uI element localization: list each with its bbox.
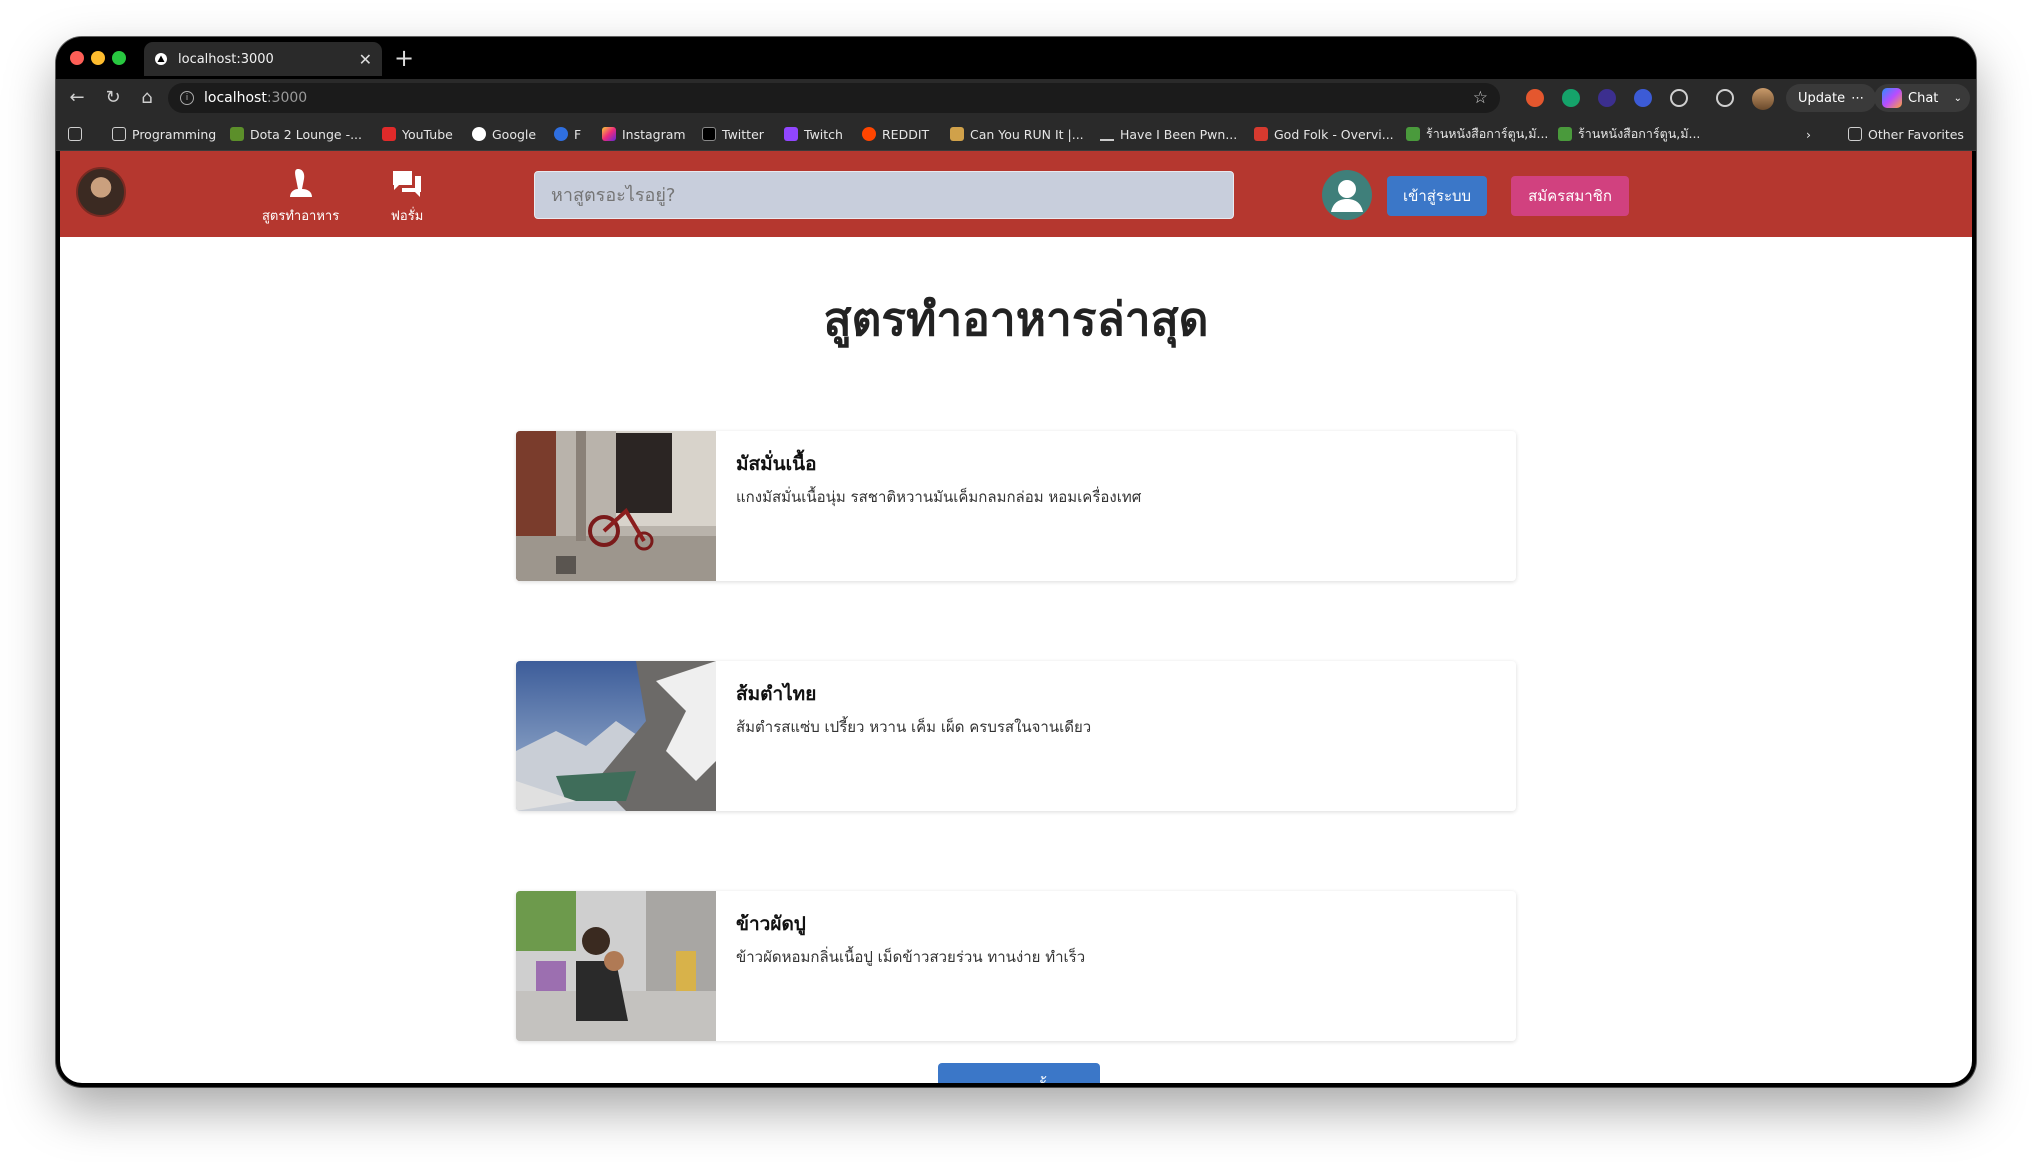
bookmark-hibp[interactable]: Have I Been Pwn...: [1100, 125, 1237, 143]
minimize-window-button[interactable]: [91, 51, 105, 65]
chevron-right-icon[interactable]: ›: [1806, 125, 1811, 143]
chef-hat-icon: [289, 169, 312, 197]
reload-icon[interactable]: ↻: [102, 87, 124, 108]
bookmark-bookstore-1[interactable]: ร้านหนังสือการ์ตูน,มั...: [1406, 125, 1548, 143]
signup-button[interactable]: สมัครสมาชิก: [1511, 176, 1629, 216]
close-window-button[interactable]: [70, 51, 84, 65]
maximize-window-button[interactable]: [112, 51, 126, 65]
instagram-icon: [602, 127, 616, 141]
recipe-description: ส้มตำรสแซ่บ เปรี้ยว หวาน เค็ม เผ็ด ครบรส…: [736, 718, 1092, 736]
history-icon[interactable]: [1716, 89, 1734, 107]
folder-icon: [1848, 127, 1862, 141]
bookmark-godfolk[interactable]: God Folk - Overvi...: [1254, 125, 1394, 143]
all-recipes-button[interactable]: ดูสูตรอาหารทั้งหมด: [938, 1063, 1100, 1083]
user-avatar-icon[interactable]: [1322, 170, 1372, 220]
sidebar-toggle-icon[interactable]: [68, 125, 88, 143]
home-icon[interactable]: ⌂: [136, 87, 158, 108]
nav-recipes-link[interactable]: สูตรทำอาหาร: [262, 167, 339, 226]
chat-label: Chat: [1908, 90, 1939, 106]
more-icon: ⋯: [1851, 90, 1865, 106]
extension-sparkle-icon[interactable]: [1598, 89, 1616, 107]
bookmark-instagram[interactable]: Instagram: [602, 125, 686, 143]
bookmark-reddit[interactable]: REDDIT: [862, 125, 929, 143]
bookmark-bookstore-2[interactable]: ร้านหนังสือการ์ตูน,มั...: [1558, 125, 1700, 143]
back-icon[interactable]: ←: [66, 87, 88, 108]
bookmark-twitter[interactable]: Twitter: [702, 125, 764, 143]
address-port: :3000: [266, 90, 308, 106]
extension-m-icon[interactable]: [1634, 89, 1652, 107]
page-title: สูตรทำอาหารล่าสุด: [823, 292, 1209, 346]
nav-recipes-label: สูตรทำอาหาร: [262, 209, 340, 224]
web-page: สูตรทำอาหาร ฟอรั่ม เข้าสู่ระบบ สมัครสมาช…: [60, 151, 1972, 1083]
browser-tab[interactable]: localhost:3000 ✕: [144, 42, 382, 76]
site-info-icon[interactable]: i: [180, 91, 194, 105]
chevron-down-icon: ⌄: [1953, 92, 1962, 104]
google-icon: [472, 127, 486, 141]
twitch-icon: [784, 127, 798, 141]
extension-grammarly-icon[interactable]: [1562, 89, 1580, 107]
canyourunit-icon: [950, 127, 964, 141]
recipe-card[interactable]: ส้มตำไทย ส้มตำรสแซ่บ เปรี้ยว หวาน เค็ม เ…: [516, 661, 1516, 811]
address-bar[interactable]: i localhost :3000 ☆: [168, 83, 1500, 113]
recipe-description: ข้าวผัดหอมกลิ่นเนื้อปู เม็ดข้าวสวยร่วน ท…: [736, 948, 1086, 966]
bookstore-icon: [1558, 127, 1572, 141]
bookmark-canyourunit[interactable]: Can You RUN It |...: [950, 125, 1084, 143]
recipe-title: มัสมั่นเนื้อ: [736, 453, 817, 475]
forum-chat-icon: [393, 171, 421, 197]
recipe-thumbnail-tricycle: [516, 431, 716, 581]
recipe-description: แกงมัสมั่นเนื้อนุ่ม รสชาติหวานมันเค็มกลม…: [736, 488, 1142, 506]
browser-toolbar: ← ↻ ⌂ i localhost :3000 ☆ Update ⋯ Chat …: [56, 79, 1976, 117]
profile-avatar[interactable]: [1752, 88, 1774, 110]
bookmarks-bar: Programming Dota 2 Lounge -... YouTube G…: [56, 117, 1976, 151]
bookmark-other-favorites[interactable]: Other Favorites: [1848, 125, 1964, 143]
tab-title: localhost:3000: [178, 51, 274, 67]
update-button[interactable]: Update ⋯: [1786, 84, 1877, 112]
recipe-card[interactable]: มัสมั่นเนื้อ แกงมัสมั่นเนื้อนุ่ม รสชาติห…: [516, 431, 1516, 581]
recipe-title: ข้าวผัดปู: [736, 913, 806, 935]
youtube-icon: [382, 127, 396, 141]
site-logo-avatar[interactable]: [76, 167, 126, 217]
recipe-card[interactable]: ข้าวผัดปู ข้าวผัดหอมกลิ่นเนื้อปู เม็ดข้า…: [516, 891, 1516, 1041]
hibp-icon: [1100, 127, 1114, 141]
bookmark-programming[interactable]: Programming: [112, 125, 216, 143]
bookstore-icon: [1406, 127, 1420, 141]
recipe-search-input[interactable]: [534, 171, 1234, 219]
godfolk-icon: [1254, 127, 1268, 141]
update-label: Update: [1798, 90, 1846, 106]
address-host: localhost: [204, 90, 267, 106]
copilot-chat-button[interactable]: Chat ⌄: [1874, 84, 1970, 112]
dota-icon: [230, 127, 244, 141]
triangle-favicon-icon: [154, 52, 168, 66]
extensions-puzzle-icon[interactable]: [1670, 89, 1688, 107]
recipe-thumbnail-street: [516, 891, 716, 1041]
bookmark-google[interactable]: Google: [472, 125, 536, 143]
bookmark-dota[interactable]: Dota 2 Lounge -...: [230, 125, 362, 143]
browser-window: localhost:3000 ✕ + ← ↻ ⌂ i localhost :30…: [56, 37, 1976, 1087]
x-icon: [702, 127, 716, 141]
app-navbar: สูตรทำอาหาร ฟอรั่ม เข้าสู่ระบบ สมัครสมาช…: [60, 151, 1972, 237]
copilot-icon: [1882, 88, 1902, 108]
recipe-title: ส้มตำไทย: [736, 683, 817, 705]
facebook-icon: [554, 127, 568, 141]
bookmark-star-icon[interactable]: ☆: [1473, 88, 1488, 108]
folder-icon: [112, 127, 126, 141]
bookmark-youtube[interactable]: YouTube: [382, 125, 453, 143]
nav-forum-label: ฟอรั่ม: [390, 209, 424, 224]
recipe-thumbnail-mountain: [516, 661, 716, 811]
nav-forum-link[interactable]: ฟอรั่ม: [390, 167, 424, 226]
bookmark-facebook[interactable]: F: [554, 125, 581, 143]
reddit-icon: [862, 127, 876, 141]
tab-strip: localhost:3000 ✕ +: [56, 37, 1976, 79]
bookmark-twitch[interactable]: Twitch: [784, 125, 843, 143]
close-tab-icon[interactable]: ✕: [359, 50, 372, 69]
login-button[interactable]: เข้าสู่ระบบ: [1387, 176, 1487, 216]
extension-fox-icon[interactable]: [1526, 89, 1544, 107]
new-tab-icon[interactable]: +: [394, 44, 414, 72]
